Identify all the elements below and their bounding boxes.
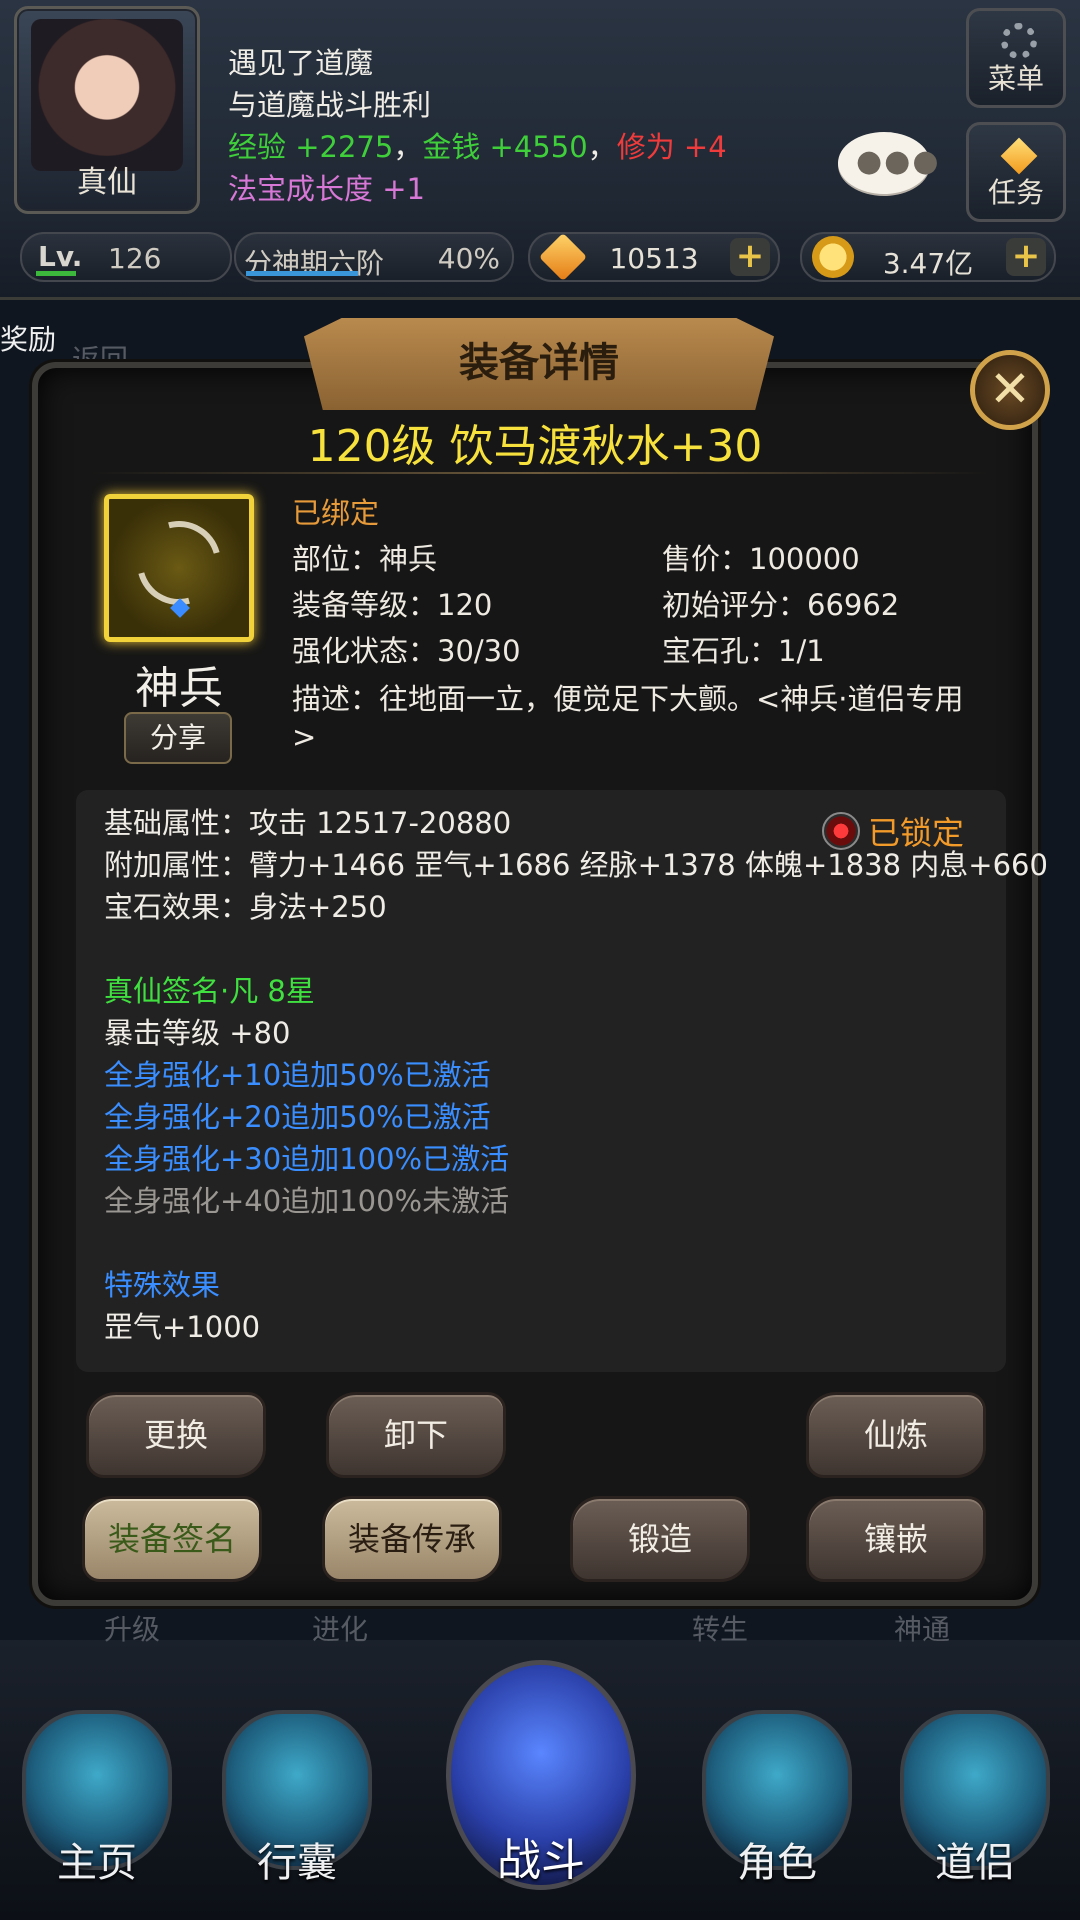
price-info: 售价：100000 <box>662 542 860 576</box>
log-sep: ， <box>587 130 617 164</box>
battle-log: 遇见了道魔 与道魔战斗胜利 经验 +2275，金钱 +4550，修为 +4 法宝… <box>228 42 727 210</box>
base-attribute: 基础属性：攻击 12517-20880 <box>104 806 512 840</box>
add-coins-button[interactable]: + <box>1006 238 1046 276</box>
initial-score-info: 初始评分：66962 <box>662 588 900 622</box>
nav-bag-label: 行囊 <box>257 1840 337 1886</box>
rank-progress: 40% <box>437 242 500 275</box>
signature-title: 真仙签名·凡 8星 <box>104 974 315 1008</box>
menu-label: 菜单 <box>987 62 1044 95</box>
log-line-2: 与道魔战斗胜利 <box>228 88 432 122</box>
evolve-tab[interactable]: 进化 <box>312 1608 368 1648</box>
chat-bubble-icon[interactable]: ●●● <box>838 132 939 194</box>
log-sep: ， <box>393 130 423 164</box>
log-money: 金钱 +4550 <box>422 130 588 164</box>
gem-effect: 宝石效果：身法+250 <box>104 890 387 924</box>
task-button[interactable]: 任务 <box>966 122 1066 222</box>
nav-partner-label: 道侣 <box>935 1840 1015 1886</box>
extra-attribute: 附加属性：臂力+1466 罡气+1686 经脉+1378 体魄+1838 内息+… <box>104 848 1048 882</box>
log-exp: 经验 +2275 <box>228 130 394 164</box>
set-bonus-2: 全身强化+20追加50%已激活 <box>104 1100 491 1134</box>
log-line-3: 经验 +2275，金钱 +4550，修为 +4 <box>228 126 727 168</box>
player-avatar[interactable]: 真仙 <box>14 6 200 214</box>
slot-info: 部位：神兵 <box>292 542 438 576</box>
level-tag: Lv. <box>38 240 83 273</box>
enhance-info: 强化状态：30/30 <box>292 634 521 668</box>
nav-battle-label: 战斗 <box>497 1835 585 1886</box>
reward-label[interactable]: 奖励 <box>0 318 56 358</box>
dialog-title: 装备详情 <box>459 340 619 386</box>
description-line-2: > <box>292 720 317 754</box>
item-type: 神兵 <box>135 663 223 714</box>
gear-icon <box>1001 23 1037 59</box>
nav-role-label: 角色 <box>737 1840 817 1886</box>
rank-progress-bar <box>246 271 358 276</box>
upgrade-tab[interactable]: 升级 <box>104 1608 160 1648</box>
refine-button[interactable]: 仙炼 <box>806 1392 986 1478</box>
forge-button[interactable]: 锻造 <box>570 1496 750 1582</box>
nav-battle[interactable]: 战斗 <box>446 1660 636 1900</box>
nav-home-label: 主页 <box>57 1840 137 1886</box>
menu-button[interactable]: 菜单 <box>966 8 1066 108</box>
level-display: Lv. 126 <box>20 232 232 282</box>
task-diamond-icon <box>1000 137 1038 175</box>
bound-status: 已绑定 <box>292 496 380 530</box>
top-header: 真仙 遇见了道魔 与道魔战斗胜利 经验 +2275，金钱 +4550，修为 +4… <box>0 0 1080 300</box>
share-button[interactable]: 分享 <box>124 712 232 764</box>
task-label: 任务 <box>987 176 1044 209</box>
set-bonus-3: 全身强化+30追加100%已激活 <box>104 1142 510 1176</box>
crit-bonus: 暴击等级 +80 <box>104 1016 291 1050</box>
rank-display: 分神期六阶 40% <box>234 232 514 282</box>
rebirth-tab[interactable]: 转生 <box>692 1608 748 1648</box>
set-bonus-1: 全身强化+10追加50%已激活 <box>104 1058 491 1092</box>
nav-bag[interactable]: 行囊 <box>212 1710 382 1900</box>
weapon-item-icon <box>104 494 254 642</box>
level-value: 126 <box>108 242 162 275</box>
nav-partner[interactable]: 道侣 <box>890 1710 1060 1900</box>
special-effect: 罡气+1000 <box>104 1310 261 1344</box>
special-effect-title: 特殊效果 <box>104 1268 221 1302</box>
set-bonus-4: 全身强化+40追加100%未激活 <box>104 1184 510 1218</box>
nav-home[interactable]: 主页 <box>12 1710 182 1900</box>
replace-button[interactable]: 更换 <box>86 1392 266 1478</box>
gem-slot-info: 宝石孔：1/1 <box>662 634 825 668</box>
level-exp-bar <box>36 271 76 276</box>
coin-currency: 3.47亿 + <box>800 232 1056 282</box>
gem-currency: 10513 + <box>528 232 780 282</box>
divine-tab[interactable]: 神通 <box>894 1608 950 1648</box>
nav-role[interactable]: 角色 <box>692 1710 862 1900</box>
rank-name: 分神期六阶 <box>244 247 385 280</box>
equip-level-info: 装备等级：120 <box>292 588 493 622</box>
chat-dots: ●●● <box>856 144 941 179</box>
log-line-1: 遇见了道魔 <box>228 46 374 80</box>
inlay-button[interactable]: 镶嵌 <box>806 1496 986 1582</box>
sign-button[interactable]: 装备签名 <box>82 1496 262 1582</box>
add-gems-button[interactable]: + <box>730 238 770 276</box>
log-cultivation: 修为 +4 <box>616 130 727 164</box>
item-title: 120级 饮马渡秋水+30 <box>307 421 763 472</box>
avatar-portrait <box>31 19 183 171</box>
player-name: 真仙 <box>77 165 137 200</box>
unequip-button[interactable]: 卸下 <box>326 1392 506 1478</box>
log-line-4: 法宝成长度 +1 <box>228 172 425 206</box>
inherit-button[interactable]: 装备传承 <box>322 1496 502 1582</box>
title-divider <box>90 472 990 474</box>
description-line-1: 描述：往地面一立，便觉足下大颤。<神兵·道侣专用 <box>292 682 964 716</box>
